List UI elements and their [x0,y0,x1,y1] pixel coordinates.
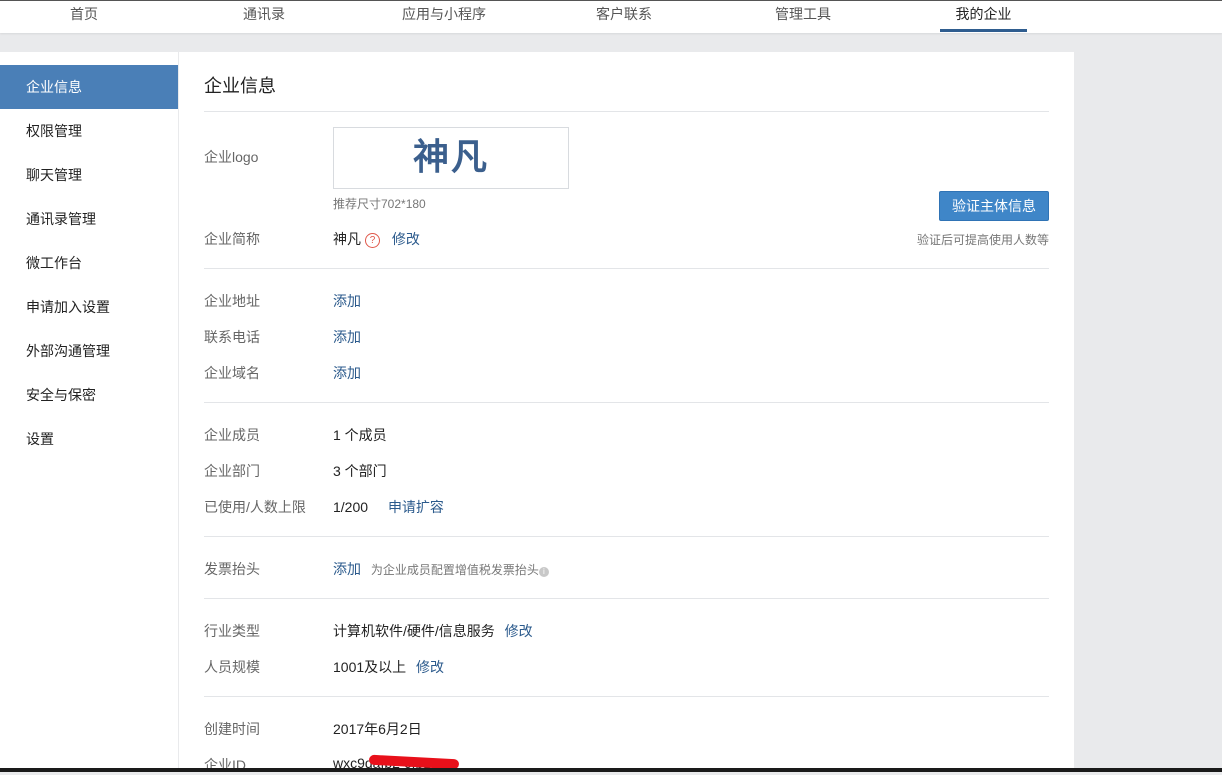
divider [204,536,1049,537]
scale-row: 1001及以上 修改 [333,657,444,677]
verify-entity-button[interactable]: 验证主体信息 [939,191,1049,221]
sidebar: 企业信息 权限管理 聊天管理 通讯录管理 微工作台 申请加入设置 外部沟通管理 … [0,52,178,772]
limit-label: 已使用/人数上限 [204,499,306,515]
short-name-value: 神凡 [333,231,361,247]
nav-apps[interactable]: 应用与小程序 [384,1,504,32]
sidebar-item-settings[interactable]: 设置 [0,417,178,461]
nav-contacts[interactable]: 通讯录 [219,1,309,32]
logo-label: 企业logo [204,149,259,165]
page-title: 企业信息 [204,76,276,96]
add-address-link[interactable]: 添加 [333,291,361,311]
logo-box[interactable]: 神凡 [333,127,569,189]
logo-size-hint: 推荐尺寸702*180 [333,197,426,211]
created-value: 2017年6月2日 [333,721,422,737]
divider [204,268,1049,269]
top-nav: 首页 通讯录 应用与小程序 客户联系 管理工具 我的企业 [0,0,1222,33]
add-phone-link[interactable]: 添加 [333,327,361,347]
corp-id-label: 企业ID [204,757,246,773]
departments-value: 3 个部门 [333,463,387,479]
divider [204,402,1049,403]
industry-value: 计算机软件/硬件/信息服务 [333,623,495,639]
sidebar-item-chat-management[interactable]: 聊天管理 [0,153,178,197]
nav-home[interactable]: 首页 [39,1,129,32]
sidebar-item-security[interactable]: 安全与保密 [0,373,178,417]
divider [204,111,1049,112]
sidebar-item-external-communication[interactable]: 外部沟通管理 [0,329,178,373]
edit-scale-link[interactable]: 修改 [416,659,444,675]
nav-customer-contact[interactable]: 客户联系 [579,1,669,32]
members-value: 1 个成员 [333,427,387,443]
add-domain-link[interactable]: 添加 [333,363,361,383]
members-label: 企业成员 [204,427,260,443]
limit-row: 1/200 申请扩容 [333,497,444,517]
logo-image: 神凡 [412,137,489,178]
phone-label: 联系电话 [204,329,260,345]
departments-label: 企业部门 [204,463,260,479]
info-icon[interactable]: i [538,567,549,577]
help-icon[interactable]: ? [365,233,380,248]
industry-row: 计算机软件/硬件/信息服务 修改 [333,621,533,641]
invoice-hint: 为企业成员配置增值税发票抬头 [370,563,539,577]
scale-label: 人员规模 [204,659,260,675]
verify-hint: 验证后可提高使用人数等 [916,233,1049,247]
main-panel: 企业信息 企业logo 神凡 推荐尺寸702*180 验证主体信息 验证后可提高… [179,52,1074,773]
edit-short-name-link[interactable]: 修改 [392,231,420,247]
domain-label: 企业域名 [204,365,260,381]
divider [204,696,1049,697]
nav-my-enterprise[interactable]: 我的企业 [940,1,1027,32]
limit-value: 1/200 [333,499,369,515]
invoice-label: 发票抬头 [204,561,260,577]
sidebar-item-permissions[interactable]: 权限管理 [0,109,178,153]
invoice-row: 添加 为企业成员配置增值税发票抬头 i [333,559,549,579]
scale-value: 1001及以上 [333,659,407,675]
address-label: 企业地址 [204,293,260,309]
bottom-strip [0,768,1222,772]
sidebar-item-join-settings[interactable]: 申请加入设置 [0,285,178,329]
apply-expand-link[interactable]: 申请扩容 [388,499,444,515]
add-invoice-link[interactable]: 添加 [333,561,361,577]
nav-management-tools[interactable]: 管理工具 [758,1,848,32]
short-name-label: 企业简称 [204,231,260,247]
sidebar-item-enterprise-info[interactable]: 企业信息 [0,65,178,109]
edit-industry-link[interactable]: 修改 [505,623,533,639]
sidebar-item-micro-workbench[interactable]: 微工作台 [0,241,178,285]
short-name-row: 神凡? 修改 [333,229,420,249]
created-label: 创建时间 [204,721,260,737]
industry-label: 行业类型 [204,623,260,639]
sidebar-item-contacts-management[interactable]: 通讯录管理 [0,197,178,241]
divider [204,598,1049,599]
